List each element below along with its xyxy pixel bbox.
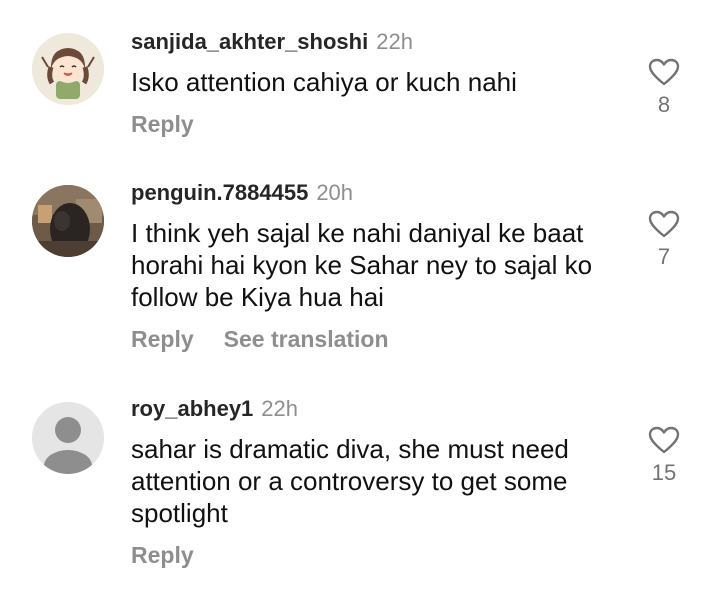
- like-count: 15: [651, 460, 677, 485]
- comment-text: Isko attention cahiya or kuch nahi: [131, 67, 517, 97]
- username-link[interactable]: sanjida_akhter_shoshi: [131, 29, 368, 54]
- heart-outline-icon[interactable]: [648, 210, 680, 238]
- comment-actions: Reply: [131, 110, 611, 138]
- comment-actions: Reply: [131, 541, 611, 569]
- timestamp: 22h: [376, 29, 413, 54]
- default-avatar-icon: [32, 402, 104, 474]
- timestamp: 22h: [261, 396, 299, 421]
- like-count: 7: [657, 244, 671, 269]
- comment-text: I think yeh sajal ke nahi daniyal ke baa…: [131, 218, 593, 312]
- username-link[interactable]: penguin.7884455: [131, 180, 308, 205]
- comment-meta: roy_abhey1 22h: [131, 395, 611, 423]
- comment-meta: sanjida_akhter_shoshi 22h: [131, 28, 611, 56]
- heart-outline-icon[interactable]: [648, 58, 680, 86]
- cartoon-girl-avatar: [32, 33, 104, 105]
- heart-outline-icon[interactable]: [648, 426, 680, 454]
- like-column: 7: [638, 210, 690, 270]
- avatar[interactable]: [32, 185, 104, 257]
- username-link[interactable]: roy_abhey1: [131, 396, 253, 421]
- reply-button[interactable]: Reply: [131, 542, 194, 568]
- see-translation-button[interactable]: See translation: [224, 326, 389, 352]
- like-column: 8: [638, 58, 690, 118]
- comment-text: sahar is dramatic diva, she must need at…: [131, 434, 569, 528]
- avatar[interactable]: [32, 33, 104, 105]
- reply-button[interactable]: Reply: [131, 111, 194, 137]
- reply-button[interactable]: Reply: [131, 326, 194, 352]
- photo-avatar: [32, 185, 104, 257]
- comment-meta: penguin.7884455 20h: [131, 179, 611, 207]
- comment-actions: Reply See translation: [131, 325, 611, 353]
- avatar[interactable]: [32, 402, 104, 474]
- like-column: 15: [638, 426, 690, 486]
- timestamp: 20h: [316, 180, 354, 205]
- like-count: 8: [657, 92, 671, 117]
